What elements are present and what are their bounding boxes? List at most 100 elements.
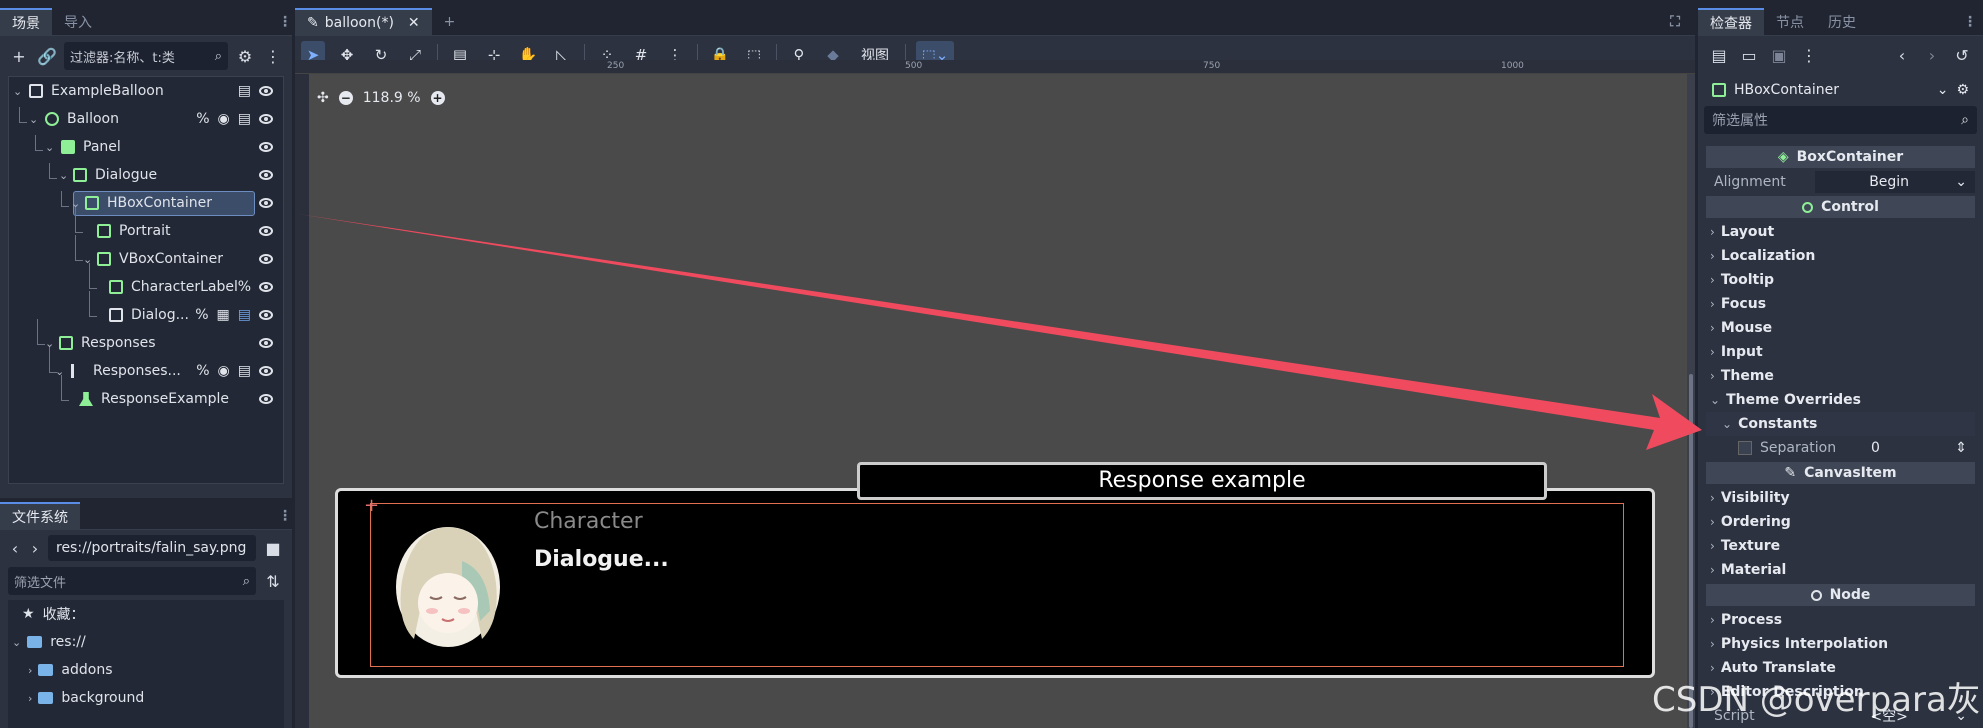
script-icon[interactable]: ▤ <box>238 307 251 323</box>
group-tooltip[interactable]: › Tooltip <box>1706 268 1975 292</box>
fs-item-background[interactable]: › background <box>8 684 284 712</box>
percent-icon[interactable]: % <box>195 307 208 323</box>
group-input[interactable]: › Input <box>1706 340 1975 364</box>
close-icon[interactable]: ✕ <box>408 15 420 31</box>
add-node-icon[interactable]: + <box>8 45 30 67</box>
group-material[interactable]: › Material <box>1706 558 1975 582</box>
zoom-in-icon[interactable]: + <box>430 91 445 105</box>
group-physics-interpolation[interactable]: › Physics Interpolation <box>1706 632 1975 656</box>
signal-icon[interactable]: ◉ <box>218 363 230 379</box>
dock-menu-icon[interactable]: ⋮ <box>278 8 292 35</box>
tree-row-panel[interactable]: ⌄ Panel <box>9 133 283 161</box>
tab-node[interactable]: 节点 <box>1764 8 1816 35</box>
section-control[interactable]: Control <box>1706 196 1975 218</box>
separation-spinbox[interactable]: 0 ⇕ <box>1863 437 1975 459</box>
tab-filesystem[interactable]: 文件系统 <box>0 502 80 529</box>
tools-icon[interactable]: ⚙ <box>1956 82 1969 98</box>
tab-scene[interactable]: 场景 <box>0 8 52 35</box>
scene-menu-icon[interactable]: ⋮ <box>262 45 284 67</box>
eye-icon[interactable] <box>259 310 273 320</box>
fs-item-res[interactable]: ⌄ res:// <box>8 628 284 656</box>
group-theme[interactable]: › Theme <box>1706 364 1975 388</box>
section-boxcontainer[interactable]: ◈ BoxContainer <box>1706 146 1975 168</box>
tree-row-responses-menu[interactable]: ⌄ Responses... % ◉ ▤ <box>9 347 283 385</box>
chevron-down-icon[interactable]: ⌄ <box>29 113 38 126</box>
percent-icon[interactable]: % <box>238 279 251 295</box>
distraction-free-icon[interactable]: ⛶ <box>1665 8 1685 35</box>
scene-filter-input[interactable]: 过滤器:名称、t:类 ⌕ <box>64 42 228 70</box>
group-layout[interactable]: › Layout <box>1706 220 1975 244</box>
group-visibility[interactable]: › Visibility <box>1706 486 1975 510</box>
tree-row-vboxcontainer[interactable]: ⌄ VBoxContainer <box>9 235 283 273</box>
chevron-down-icon[interactable]: ⌄ <box>13 85 22 98</box>
tree-row-hboxcontainer[interactable]: ⌄ HBoxContainer <box>9 189 283 217</box>
add-scene-tab-icon[interactable]: + <box>432 8 468 35</box>
section-canvasitem[interactable]: ✎ CanvasItem <box>1706 462 1975 484</box>
property-filter-input[interactable]: 筛选属性 ⌕ <box>1704 106 1977 134</box>
override-checkbox[interactable] <box>1738 441 1752 455</box>
center-view-icon[interactable]: ✣ <box>317 90 329 106</box>
forward-icon[interactable]: › <box>28 537 42 559</box>
sort-icon[interactable]: ⇅ <box>262 570 284 592</box>
eye-icon[interactable] <box>259 338 273 348</box>
eye-icon[interactable] <box>259 86 273 96</box>
zoom-level[interactable]: 118.9 % <box>363 90 421 106</box>
dock-menu-icon[interactable]: ⋮ <box>278 502 292 529</box>
section-node[interactable]: Node <box>1706 584 1975 606</box>
zoom-out-icon[interactable]: − <box>338 91 353 105</box>
fs-filter-input[interactable]: 筛选文件 ⌕ <box>8 567 256 595</box>
chevron-down-icon[interactable]: ⌄ <box>59 169 68 182</box>
fs-item-addons[interactable]: › addons <box>8 656 284 684</box>
favorites-row[interactable]: ★ 收藏： <box>8 600 284 628</box>
group-process[interactable]: › Process <box>1706 608 1975 632</box>
attach-script-icon[interactable]: ⚙ <box>234 45 256 67</box>
tab-inspector[interactable]: 检查器 <box>1698 8 1764 35</box>
save-resource-icon[interactable]: ▣ <box>1768 44 1790 66</box>
group-constants[interactable]: ⌄ Constants <box>1706 412 1975 436</box>
group-ordering[interactable]: › Ordering <box>1706 510 1975 534</box>
signal-icon[interactable]: ◉ <box>218 111 230 127</box>
dock-menu-icon[interactable]: ⋮ <box>1963 8 1977 35</box>
script-picker[interactable]: <空> ⌄ <box>1815 705 1975 727</box>
node-picker[interactable]: HBoxContainer ⌄ ⚙ <box>1704 76 1977 104</box>
chevron-down-icon[interactable]: ⌄ <box>12 636 21 649</box>
eye-icon[interactable] <box>259 142 273 152</box>
chevron-down-icon[interactable]: ⌄ <box>45 141 54 154</box>
eye-icon[interactable] <box>259 226 273 236</box>
group-focus[interactable]: › Focus <box>1706 292 1975 316</box>
eye-icon[interactable] <box>259 198 273 208</box>
tree-row-balloon[interactable]: ⌄ Balloon % ◉ ▤ <box>9 105 283 133</box>
script-icon[interactable]: ▤ <box>238 83 251 99</box>
eye-icon[interactable] <box>259 114 273 124</box>
resource-menu-icon[interactable]: ⋮ <box>1798 44 1820 66</box>
back-icon[interactable]: ‹ <box>8 537 22 559</box>
chevron-right-icon[interactable]: › <box>28 664 32 677</box>
script-icon[interactable]: ▤ <box>238 111 251 127</box>
group-theme-overrides[interactable]: ⌄ Theme Overrides <box>1706 388 1975 412</box>
tree-row-character-label[interactable]: CharacterLabel % <box>9 263 283 301</box>
eye-icon[interactable] <box>259 366 273 376</box>
response-example-button[interactable]: Response example <box>857 462 1547 500</box>
group-localization[interactable]: › Localization <box>1706 244 1975 268</box>
tree-row-example-balloon[interactable]: ⌄ ExampleBalloon ▤ <box>9 77 283 105</box>
split-mode-icon[interactable]: ■ <box>262 537 284 559</box>
tree-row-portrait[interactable]: Portrait <box>9 207 283 245</box>
eye-icon[interactable] <box>259 254 273 264</box>
alignment-select[interactable]: Begin ⌄ <box>1815 171 1975 193</box>
clapperboard-icon[interactable]: ▦ <box>217 307 230 323</box>
percent-icon[interactable]: % <box>196 111 209 127</box>
object-history-icon[interactable]: ↺ <box>1951 44 1973 66</box>
script-icon[interactable]: ▤ <box>238 363 251 379</box>
tree-row-dialogue[interactable]: ⌄ Dialogue <box>9 161 283 189</box>
tab-import[interactable]: 导入 <box>52 8 104 35</box>
scene-tab-balloon[interactable]: ✎ balloon(*) ✕ <box>295 8 432 35</box>
tab-history[interactable]: 历史 <box>1816 8 1868 35</box>
group-texture[interactable]: › Texture <box>1706 534 1975 558</box>
eye-icon[interactable] <box>259 170 273 180</box>
group-mouse[interactable]: › Mouse <box>1706 316 1975 340</box>
balloon-panel[interactable]: + Character Dialogue... <box>335 488 1655 678</box>
pivot-icon[interactable]: + <box>364 495 379 516</box>
tree-row-dialogue-label[interactable]: Dialog... % ▦ ▤ <box>9 291 283 329</box>
vertical-scrollbar[interactable] <box>1687 74 1695 728</box>
history-forward-icon[interactable]: › <box>1921 44 1943 66</box>
